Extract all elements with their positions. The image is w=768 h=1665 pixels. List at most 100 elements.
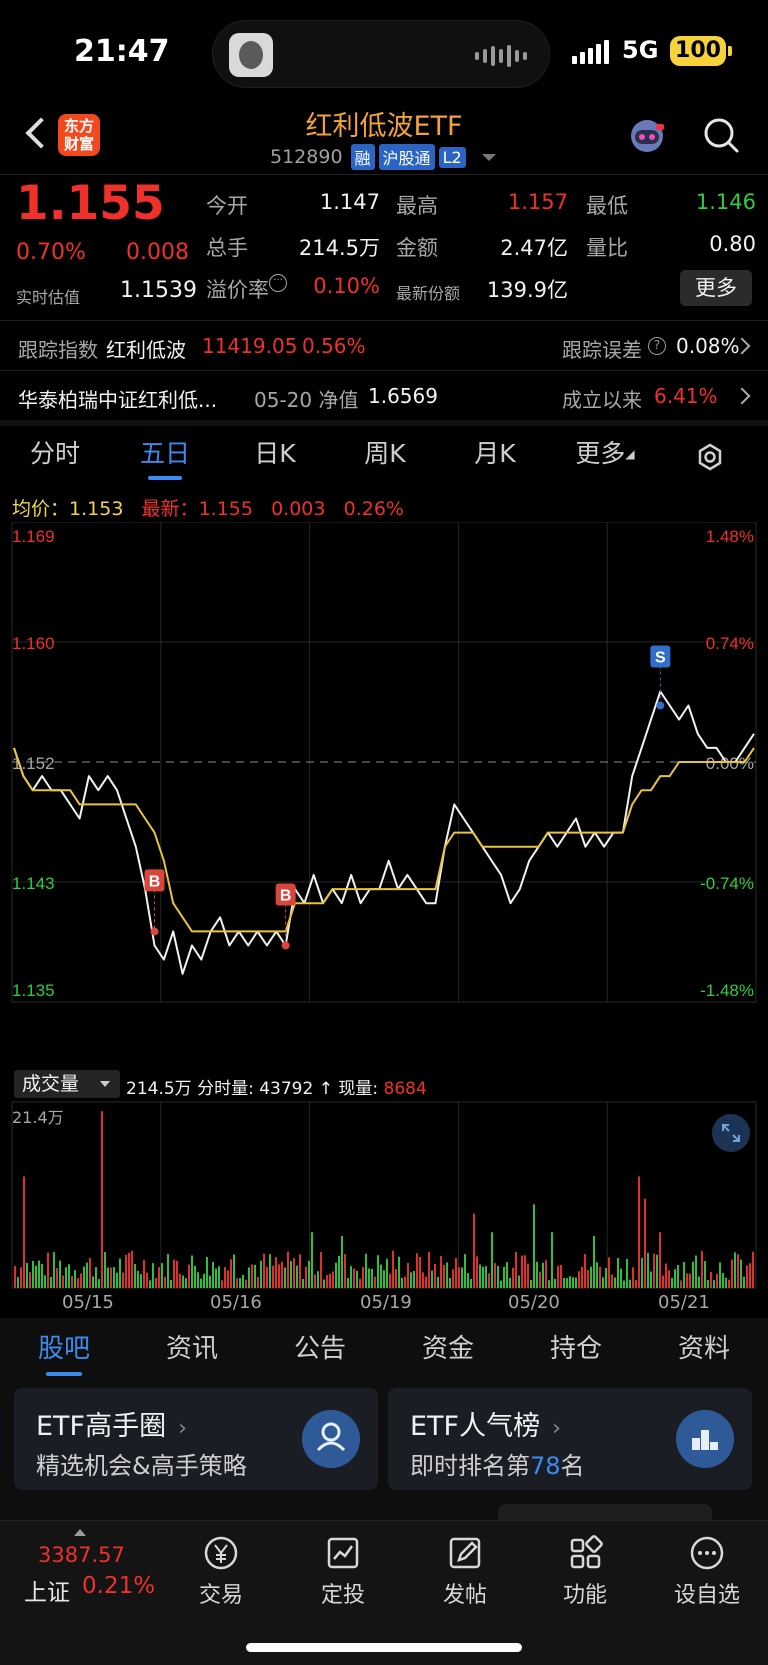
low-label: 最低 — [586, 194, 628, 218]
tab-weekly-k[interactable]: 周K — [330, 426, 440, 482]
five-day-chart[interactable]: 1.169 1.48%1.160 0.74%1.152 0.00%1.143 -0.74… — [0, 522, 768, 1302]
buy-marker: B — [280, 888, 292, 905]
volume-bar — [476, 1256, 478, 1288]
volume-bar — [749, 1263, 751, 1288]
change-amount: 0.008 — [126, 240, 189, 265]
fund-nav-label: 05-20 净值 — [254, 388, 359, 412]
volume-bar — [719, 1262, 721, 1288]
podium-icon — [676, 1410, 734, 1468]
volume-bar — [98, 1279, 100, 1288]
volume-bar — [20, 1267, 22, 1288]
volume-bar — [296, 1265, 298, 1288]
home-indicator[interactable] — [246, 1643, 522, 1652]
premium-label[interactable]: 溢价率 ··· — [206, 274, 287, 304]
fund-row[interactable]: 华泰柏瑞中证红利低... 05-20 净值 1.6569 成立以来 6.41% — [0, 370, 768, 420]
volume-bar — [155, 1277, 157, 1288]
volume-bar — [680, 1280, 682, 1288]
volume-bar — [731, 1259, 733, 1288]
help-icon[interactable]: ? — [648, 337, 666, 355]
shares-value: 139.9亿 — [486, 278, 568, 302]
expand-icon[interactable] — [712, 1114, 750, 1152]
volume-bar — [551, 1232, 553, 1288]
volume-bar — [512, 1267, 514, 1288]
volume-bar — [146, 1272, 148, 1288]
volume-bar — [374, 1276, 376, 1288]
average-line — [13, 747, 755, 933]
card-title: ETF人气榜 › — [410, 1411, 561, 1442]
volume-bar — [461, 1267, 463, 1288]
volume-bar — [668, 1270, 670, 1288]
nav-add-watchlist[interactable]: 设自选 — [662, 1527, 752, 1617]
tab-profile[interactable]: 资料 — [640, 1318, 768, 1380]
volume-bar — [734, 1252, 736, 1288]
volume-bar — [449, 1277, 451, 1288]
volume-bar — [542, 1262, 544, 1288]
nav-trade[interactable]: 交易 — [176, 1527, 266, 1617]
amount-value: 2.47亿 — [500, 236, 568, 260]
promo-cards: ETF高手圈 › 精选机会&高手策略 ETF人气榜 › 即时排名第78名 — [0, 1380, 768, 1520]
volume-bar — [317, 1271, 319, 1288]
volume-bar — [71, 1275, 73, 1288]
signal-icon — [572, 40, 609, 64]
volume-bar — [659, 1232, 661, 1288]
robot-assistant-icon[interactable] — [626, 114, 668, 156]
volume-bar — [605, 1268, 607, 1288]
index-name[interactable]: 上证 — [24, 1573, 70, 1607]
tab-news[interactable]: 资讯 — [128, 1318, 256, 1380]
volume-bar — [689, 1273, 691, 1288]
volume-bar — [266, 1266, 268, 1288]
tab-announcements[interactable]: 公告 — [256, 1318, 384, 1380]
tab-monthly-k[interactable]: 月K — [440, 426, 550, 482]
tracking-index-label: 跟踪指数 — [18, 338, 98, 362]
high-label: 最高 — [396, 194, 438, 218]
volume-bar — [482, 1266, 484, 1288]
volume-bar — [194, 1265, 196, 1288]
x-label-4: 05/20 — [508, 1292, 560, 1313]
stock-code-line[interactable]: 512890 融 沪股通 L2 — [270, 144, 496, 170]
volume-bar — [554, 1278, 556, 1288]
volume-bar — [503, 1266, 505, 1288]
tracking-index-value: 11419.05 — [202, 334, 298, 358]
volume-bar — [410, 1272, 412, 1288]
index-value[interactable]: 3387.57 — [38, 1543, 125, 1567]
volume-bar — [602, 1277, 604, 1288]
volume-bar — [608, 1257, 610, 1288]
tab-forum[interactable]: 股吧 — [0, 1318, 128, 1380]
tracking-row[interactable]: 跟踪指数 红利低波 11419.05 0.56% 跟踪误差 ? 0.08% — [0, 320, 768, 370]
volume-bar — [743, 1276, 745, 1288]
volume-bar — [590, 1266, 592, 1288]
tab-five-day[interactable]: 五日 — [110, 426, 220, 482]
tab-holdings[interactable]: 持仓 — [512, 1318, 640, 1380]
nav-fixed-invest[interactable]: 定投 — [298, 1527, 388, 1617]
volume-bar — [26, 1263, 28, 1288]
volume-bar — [383, 1270, 385, 1288]
volume-bar — [152, 1263, 154, 1288]
tab-capital[interactable]: 资金 — [384, 1318, 512, 1380]
nav-functions[interactable]: 功能 — [540, 1527, 630, 1617]
volume-bar — [254, 1264, 256, 1288]
card-title: ETF高手圈 › — [36, 1411, 187, 1442]
gear-icon[interactable] — [694, 442, 726, 474]
nav-post[interactable]: 发帖 — [420, 1527, 510, 1617]
volume-indicator-select[interactable]: 成交量 — [14, 1070, 120, 1098]
volume-bar — [647, 1252, 649, 1288]
edit-icon — [449, 1537, 481, 1569]
dynamic-island[interactable] — [212, 20, 550, 88]
tab-more[interactable]: 更多◢ — [550, 426, 660, 482]
volume-bar — [413, 1271, 415, 1288]
etf-popularity-card[interactable]: ETF人气榜 › 即时排名第78名 — [388, 1388, 752, 1490]
volume-bar — [722, 1273, 724, 1288]
status-bar: 21:47 5G 100 — [0, 0, 768, 100]
tab-daily-k[interactable]: 日K — [220, 426, 330, 482]
more-button[interactable]: 更多 — [680, 270, 752, 306]
volume-bar — [452, 1269, 454, 1288]
expand-up-icon[interactable] — [74, 1529, 86, 1536]
index-pct[interactable]: 0.21% — [82, 1573, 155, 1599]
volume-bar — [101, 1111, 103, 1288]
tab-intraday[interactable]: 分时 — [0, 426, 110, 482]
volume-bar — [329, 1273, 331, 1288]
fund-nav-value: 1.6569 — [368, 384, 438, 408]
search-icon[interactable] — [702, 116, 740, 154]
volume-bar — [371, 1268, 373, 1288]
etf-expert-card[interactable]: ETF高手圈 › 精选机会&高手策略 — [14, 1388, 378, 1490]
